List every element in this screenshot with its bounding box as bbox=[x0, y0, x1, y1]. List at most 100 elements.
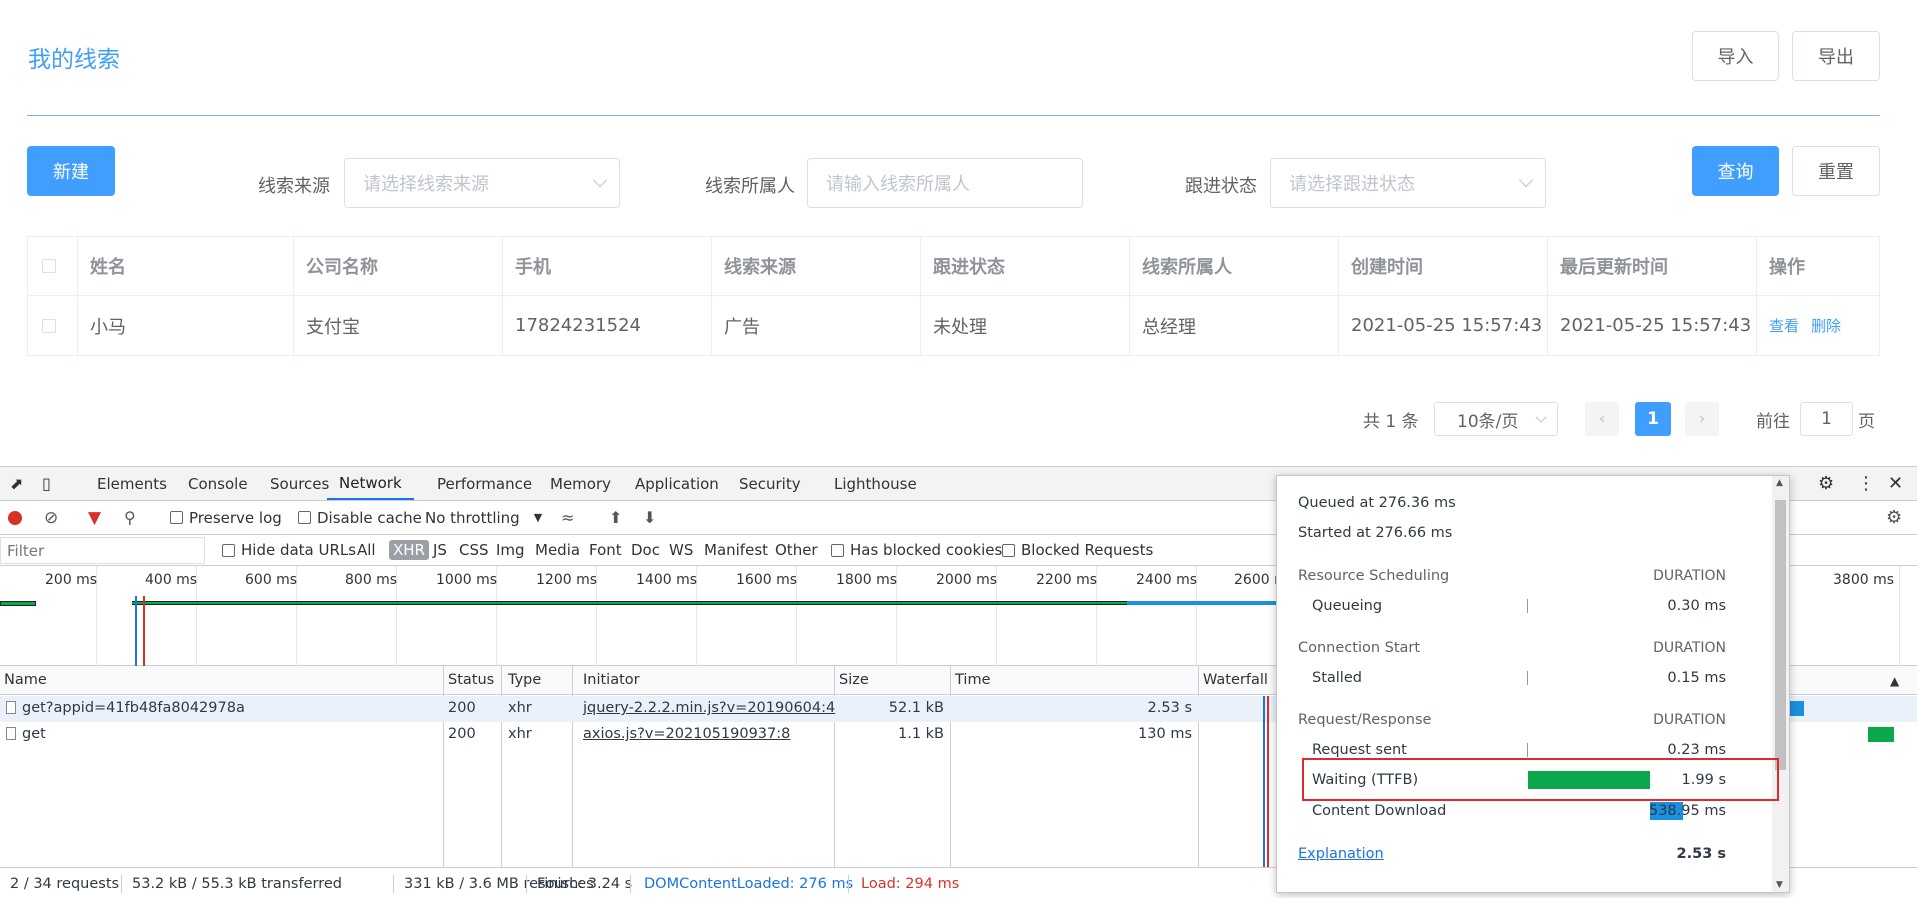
header-created[interactable]: 创建时间 bbox=[1339, 237, 1548, 295]
hide-data-urls-checkbox[interactable] bbox=[222, 543, 235, 557]
timing-marker bbox=[1527, 671, 1528, 685]
column-type[interactable]: Type bbox=[508, 672, 541, 688]
close-icon[interactable]: ✕ bbox=[1888, 467, 1903, 500]
has-blocked-cookies-checkbox[interactable] bbox=[831, 543, 844, 557]
new-button[interactable]: 新建 bbox=[27, 146, 115, 196]
goto-page-input[interactable]: 1 bbox=[1800, 402, 1853, 436]
page-1-button[interactable]: 1 bbox=[1635, 402, 1671, 436]
throttling-select[interactable]: No throttling ▼ bbox=[425, 501, 542, 534]
preserve-log-toggle[interactable]: Preserve log bbox=[170, 501, 282, 534]
blocked-requests-toggle[interactable]: Blocked Requests bbox=[1002, 535, 1153, 565]
status-select[interactable]: 请选择跟进状态 bbox=[1270, 158, 1546, 208]
tab-network[interactable]: Network bbox=[327, 467, 414, 500]
type-xhr-label: XHR bbox=[389, 540, 429, 560]
scroll-up-icon[interactable]: ▲ bbox=[1776, 478, 1783, 488]
type-other[interactable]: Other bbox=[775, 535, 818, 565]
record-icon[interactable] bbox=[8, 501, 22, 534]
has-blocked-cookies-toggle[interactable]: Has blocked cookies bbox=[831, 535, 1002, 565]
header-name[interactable]: 姓名 bbox=[78, 237, 294, 295]
type-all[interactable]: All bbox=[357, 535, 376, 565]
type-doc[interactable]: Doc bbox=[631, 535, 660, 565]
tab-application[interactable]: Application bbox=[635, 467, 719, 500]
disable-cache-checkbox[interactable] bbox=[298, 511, 311, 524]
type-xhr[interactable]: XHR bbox=[389, 535, 429, 565]
timing-scrollbar[interactable]: ▲ ▼ bbox=[1772, 476, 1789, 892]
header-phone[interactable]: 手机 bbox=[503, 237, 712, 295]
header-source[interactable]: 线索来源 bbox=[712, 237, 921, 295]
request-initiator[interactable]: jquery-2.2.2.min.js?v=20190604:4 bbox=[583, 700, 835, 716]
header-company[interactable]: 公司名称 bbox=[294, 237, 503, 295]
tab-security[interactable]: Security bbox=[739, 467, 801, 500]
search-icon[interactable]: ⚲ bbox=[124, 501, 136, 534]
header-actions: 操作 bbox=[1769, 257, 1805, 278]
delete-link[interactable]: 删除 bbox=[1811, 315, 1841, 336]
column-time[interactable]: Time bbox=[955, 672, 991, 688]
request-initiator[interactable]: axios.js?v=202105190937:8 bbox=[583, 726, 790, 742]
reset-button[interactable]: 重置 bbox=[1792, 146, 1880, 196]
type-css[interactable]: CSS bbox=[459, 535, 489, 565]
timing-item-queueing: Queueing 0.30 ms bbox=[1312, 598, 1726, 614]
timing-item-content-download: Content Download 538.95 ms bbox=[1312, 802, 1726, 820]
tab-performance[interactable]: Performance bbox=[437, 467, 532, 500]
scrollbar-thumb[interactable] bbox=[1775, 500, 1786, 770]
status-dcl: DOMContentLoaded: 276 ms bbox=[644, 876, 854, 892]
column-size[interactable]: Size bbox=[839, 672, 869, 688]
clear-icon[interactable]: ⊘ bbox=[44, 501, 58, 534]
column-status[interactable]: Status bbox=[448, 672, 494, 688]
more-menu-icon[interactable]: ⋮ bbox=[1857, 467, 1875, 500]
network-conditions-icon[interactable]: ≈ bbox=[561, 501, 574, 534]
timing-total: 2.53 s bbox=[1676, 846, 1726, 862]
import-har-icon[interactable]: ⬆ bbox=[609, 501, 622, 534]
tab-elements[interactable]: Elements bbox=[97, 467, 167, 500]
preserve-log-checkbox[interactable] bbox=[170, 511, 183, 524]
timing-item-request-sent: Request sent 0.23 ms bbox=[1312, 742, 1726, 758]
type-js[interactable]: JS bbox=[433, 535, 447, 565]
type-media[interactable]: Media bbox=[535, 535, 580, 565]
gear-icon[interactable]: ⚙ bbox=[1886, 501, 1902, 534]
gear-icon[interactable]: ⚙ bbox=[1818, 467, 1834, 500]
type-font[interactable]: Font bbox=[589, 535, 622, 565]
request-time: 130 ms bbox=[1138, 726, 1192, 742]
device-toolbar-icon[interactable]: ▯ bbox=[42, 467, 51, 500]
next-page-button[interactable]: › bbox=[1685, 402, 1719, 436]
filter-icon[interactable]: ▼ bbox=[88, 501, 101, 534]
tab-sources[interactable]: Sources bbox=[270, 467, 329, 500]
overview-tick-label: 200 ms bbox=[45, 572, 98, 588]
owner-input[interactable]: 请输入线索所属人 bbox=[807, 158, 1083, 208]
blocked-requests-checkbox[interactable] bbox=[1002, 543, 1015, 557]
disable-cache-toggle[interactable]: Disable cache bbox=[298, 501, 422, 534]
select-all-checkbox[interactable] bbox=[42, 259, 56, 273]
column-name[interactable]: Name bbox=[4, 672, 47, 688]
search-button[interactable]: 查询 bbox=[1692, 146, 1779, 196]
header-updated[interactable]: 最后更新时间 bbox=[1548, 237, 1757, 295]
header-owner[interactable]: 线索所属人 bbox=[1130, 237, 1339, 295]
tab-memory[interactable]: Memory bbox=[550, 467, 611, 500]
column-waterfall[interactable]: Waterfall bbox=[1203, 672, 1268, 688]
inspect-element-icon[interactable]: ⬈ bbox=[10, 467, 23, 500]
cell-source: 广告 bbox=[712, 296, 921, 355]
explanation-link[interactable]: Explanation bbox=[1298, 846, 1384, 862]
source-select[interactable]: 请选择线索来源 bbox=[344, 158, 620, 208]
tab-lighthouse[interactable]: Lighthouse bbox=[834, 467, 917, 500]
import-button[interactable]: 导入 bbox=[1692, 31, 1779, 81]
status-finish: Finish: 3.24 s bbox=[537, 876, 633, 892]
export-button[interactable]: 导出 bbox=[1792, 31, 1880, 81]
hide-data-urls-toggle[interactable]: Hide data URLs bbox=[222, 535, 356, 565]
export-har-icon[interactable]: ⬇ bbox=[643, 501, 656, 534]
scroll-down-icon[interactable]: ▼ bbox=[1776, 880, 1783, 890]
cell-actions: 查看 删除 bbox=[1757, 296, 1879, 355]
prev-page-button[interactable]: ‹ bbox=[1585, 402, 1619, 436]
status-load: Load: 294 ms bbox=[861, 876, 960, 892]
view-link[interactable]: 查看 bbox=[1769, 315, 1799, 336]
waterfall-bar bbox=[1788, 701, 1804, 716]
filter-input[interactable]: Filter bbox=[0, 537, 205, 564]
header-status[interactable]: 跟进状态 bbox=[921, 237, 1130, 295]
tab-console[interactable]: Console bbox=[188, 467, 248, 500]
page-size-select[interactable]: 10条/页 bbox=[1434, 402, 1558, 436]
sort-up-icon[interactable]: ▲ bbox=[1890, 674, 1899, 688]
type-manifest[interactable]: Manifest bbox=[704, 535, 768, 565]
row-checkbox[interactable] bbox=[42, 318, 56, 333]
column-initiator[interactable]: Initiator bbox=[583, 672, 640, 688]
type-ws[interactable]: WS bbox=[669, 535, 693, 565]
type-img[interactable]: Img bbox=[496, 535, 525, 565]
